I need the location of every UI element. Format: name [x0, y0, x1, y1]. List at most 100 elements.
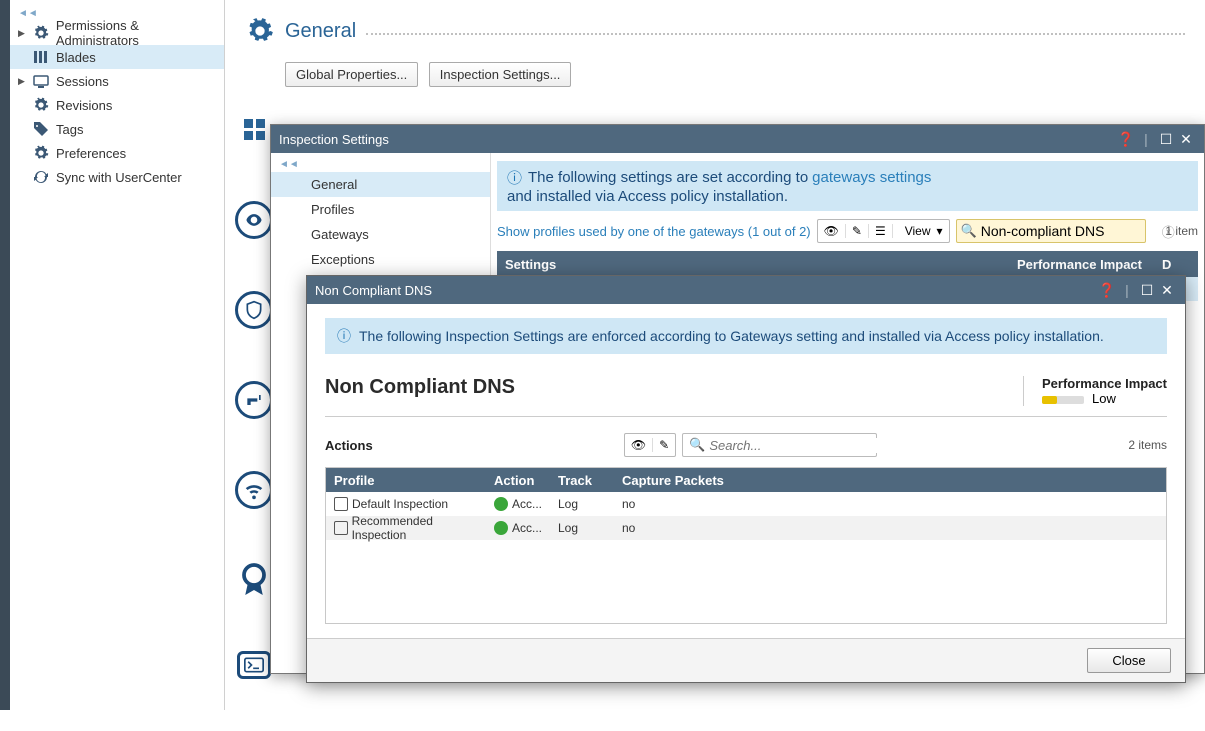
table-row[interactable]: Default Inspection Acc... Log no — [326, 492, 1166, 516]
insp-nav-general[interactable]: General — [271, 172, 490, 197]
sidebar-item-preferences[interactable]: Preferences — [10, 141, 224, 165]
main-toolbar: Global Properties... Inspection Settings… — [285, 62, 1185, 87]
cell-track: Log — [550, 497, 614, 511]
help-icon[interactable]: ❓ — [1116, 131, 1136, 148]
maximize-icon[interactable]: ☐ — [1137, 282, 1157, 299]
maximize-icon[interactable]: ☐ — [1156, 131, 1176, 148]
pencil-icon[interactable]: ✎ — [846, 224, 869, 238]
gateways-settings-link[interactable]: gateways settings — [812, 169, 931, 186]
info-icon: ⓘ — [337, 326, 351, 346]
sidebar-label: Permissions & Administrators — [56, 18, 224, 48]
eye-icon[interactable]: 👁 — [625, 438, 653, 452]
col-action: Action — [486, 473, 550, 488]
gear-icon — [32, 96, 50, 114]
non-compliant-dns-dialog: Non Compliant DNS ❓ | ☐ ✕ ⓘ The followin… — [306, 275, 1186, 683]
table-row[interactable]: Recommended Inspection Acc... Log no — [326, 516, 1166, 540]
shield-circle-icon[interactable] — [235, 291, 273, 329]
info-text-prefix: The following settings are set according… — [528, 169, 808, 186]
ribbon-icon[interactable] — [235, 561, 273, 599]
tag-icon — [32, 120, 50, 138]
sidebar-label: Sessions — [56, 74, 109, 89]
insp-nav-exceptions[interactable]: Exceptions — [271, 247, 490, 272]
sidebar-label: Revisions — [56, 98, 112, 113]
inspection-settings-button[interactable]: Inspection Settings... — [429, 62, 572, 87]
main-header: General Global Properties... Inspection … — [225, 0, 1205, 97]
cell-capture: no — [614, 521, 1166, 535]
col-track: Track — [550, 473, 614, 488]
page-title: General — [285, 20, 356, 43]
sessions-icon — [32, 72, 50, 90]
close-icon[interactable]: ✕ — [1157, 282, 1177, 299]
inspection-search[interactable]: 🔍 ⓧ — [956, 219, 1146, 243]
inspection-table-header: Settings Performance Impact D — [497, 251, 1198, 277]
accept-icon — [494, 521, 508, 535]
info-text-suffix: and installed via Access policy installa… — [507, 188, 788, 205]
dns-footer: Close — [307, 638, 1185, 682]
dns-search[interactable]: 🔍 — [682, 433, 877, 457]
side-collapse[interactable]: ◄◄ — [271, 157, 490, 172]
sidebar-item-revisions[interactable]: Revisions — [10, 93, 224, 117]
sidebar-item-tags[interactable]: Tags — [10, 117, 224, 141]
sync-icon — [32, 168, 50, 186]
left-stripe — [0, 0, 10, 710]
dns-heading-row: Non Compliant DNS Performance Impact Low — [325, 376, 1167, 417]
dns-item-count: 2 items — [1128, 438, 1167, 452]
dns-info-strip: ⓘ The following Inspection Settings are … — [325, 318, 1167, 354]
global-properties-button[interactable]: Global Properties... — [285, 62, 418, 87]
accept-icon — [494, 497, 508, 511]
grid-icon[interactable] — [244, 119, 266, 141]
page-title-row: General — [245, 16, 1185, 46]
close-button[interactable]: Close — [1087, 648, 1171, 673]
sidebar-label: Tags — [56, 122, 83, 137]
dns-titlebar[interactable]: Non Compliant DNS ❓ | ☐ ✕ — [307, 276, 1185, 304]
sidebar-label: Sync with UserCenter — [56, 170, 182, 185]
performance-box: Performance Impact Low — [1023, 376, 1167, 406]
blades-icon — [32, 48, 50, 66]
search-icon: 🔍 — [961, 223, 977, 239]
actions-label: Actions — [325, 438, 373, 453]
actions-row: Actions 👁 ✎ 🔍 2 items — [325, 433, 1167, 457]
search-input[interactable] — [981, 223, 1162, 239]
faucet-circle-icon[interactable] — [235, 381, 273, 419]
help-icon[interactable]: ❓ — [1097, 282, 1117, 299]
sidebar-item-sessions[interactable]: ▶ Sessions — [10, 69, 224, 93]
item-count: 1 item — [1165, 224, 1198, 238]
dns-search-input[interactable] — [709, 438, 887, 453]
main-sidebar: ◄◄ ▶ Permissions & Administrators Blades… — [10, 0, 225, 710]
dns-table: Profile Action Track Capture Packets Def… — [325, 467, 1167, 624]
close-icon[interactable]: ✕ — [1176, 131, 1196, 148]
sidebar-item-sync[interactable]: Sync with UserCenter — [10, 165, 224, 189]
col-profile: Profile — [326, 473, 486, 488]
sidebar-label: Blades — [56, 50, 96, 65]
expand-arrow-icon: ▶ — [18, 76, 32, 87]
col-capture: Capture Packets — [614, 473, 1166, 488]
gear-icon — [32, 144, 50, 162]
cell-action: Acc... — [512, 521, 542, 535]
dns-title-text: Non Compliant DNS — [315, 283, 432, 298]
info-icon: ⓘ — [507, 167, 522, 188]
view-dropdown[interactable]: View ▾ — [893, 224, 949, 238]
dns-content: ⓘ The following Inspection Settings are … — [307, 304, 1185, 638]
show-profiles-link[interactable]: Show profiles used by one of the gateway… — [497, 224, 811, 239]
insp-nav-profiles[interactable]: Profiles — [271, 197, 490, 222]
perf-bar — [1042, 396, 1084, 404]
terminal-icon[interactable] — [237, 651, 271, 679]
cell-action: Acc... — [512, 497, 542, 511]
insp-nav-gateways[interactable]: Gateways — [271, 222, 490, 247]
eye-circle-icon[interactable] — [235, 201, 273, 239]
eye-icon[interactable]: 👁 — [818, 224, 846, 238]
wifi-circle-icon[interactable] — [235, 471, 273, 509]
sidebar-item-permissions[interactable]: ▶ Permissions & Administrators — [10, 21, 224, 45]
pencil-icon[interactable]: ✎ — [653, 438, 675, 452]
cell-track: Log — [550, 521, 614, 535]
menu-icon[interactable]: ☰ — [869, 224, 893, 238]
actions-view-controls: 👁 ✎ — [624, 433, 676, 457]
inspection-titlebar[interactable]: Inspection Settings ❓ | ☐ ✕ — [271, 125, 1204, 153]
perf-value: Low — [1092, 391, 1116, 406]
dns-table-header: Profile Action Track Capture Packets — [326, 468, 1166, 492]
col-performance: Performance Impact — [1017, 257, 1162, 272]
gear-icon — [245, 16, 275, 46]
cell-capture: no — [614, 497, 1166, 511]
gear-icon — [32, 24, 50, 42]
sidebar-item-blades[interactable]: Blades — [10, 45, 224, 69]
